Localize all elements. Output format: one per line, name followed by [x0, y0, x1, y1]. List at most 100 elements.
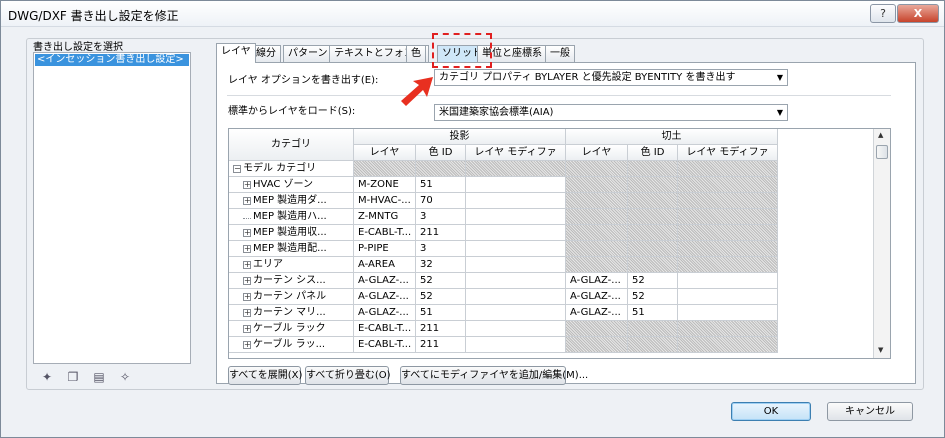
projection-modifier-cell[interactable]	[466, 305, 566, 321]
p-color-cell[interactable]: 51	[416, 177, 466, 193]
p-color-cell[interactable]: 211	[416, 337, 466, 353]
settings-list[interactable]: <インセッション書き出し設定>	[33, 52, 191, 364]
table-row[interactable]: + カーテン シス... A-GLAZ-... 52 A-GLAZ-... 52	[229, 273, 874, 289]
table-row[interactable]: + カーテン マリ... A-GLAZ-... 51 A-GLAZ-... 51	[229, 305, 874, 321]
table-row[interactable]: + カーテン パネル A-GLAZ-... 52 A-GLAZ-... 52	[229, 289, 874, 305]
cut-modifier-cell[interactable]	[678, 161, 778, 177]
column-header-cut-modifier[interactable]: レイヤ モディファ	[678, 145, 778, 161]
add-modifiers-button[interactable]: すべてにモディファイヤを追加/編集(M)...	[400, 366, 588, 385]
projection-modifier-cell[interactable]	[466, 257, 566, 273]
delete-setting-icon[interactable]: ✧	[118, 370, 132, 384]
rename-setting-icon[interactable]: ▤	[92, 370, 106, 384]
projection-modifier-cell[interactable]	[466, 209, 566, 225]
expand-icon[interactable]: +	[243, 341, 251, 349]
c-layer-cell[interactable]	[566, 241, 628, 257]
expand-icon[interactable]: +	[243, 197, 251, 205]
category-cell[interactable]: MEP 製造用ハ...	[229, 209, 354, 225]
layer-standard-select[interactable]: 米国建築家協会標準(AIA) ▼	[434, 104, 788, 121]
p-layer-cell[interactable]: A-GLAZ-...	[354, 305, 416, 321]
category-cell[interactable]: + カーテン パネル	[229, 289, 354, 305]
c-color-cell[interactable]: 52	[628, 273, 678, 289]
help-button[interactable]: ?	[870, 4, 896, 23]
c-color-cell[interactable]	[628, 225, 678, 241]
table-row[interactable]: MEP 製造用ハ... Z-MNTG 3	[229, 209, 874, 225]
c-layer-cell[interactable]	[566, 321, 628, 337]
column-header-category[interactable]: カテゴリ	[229, 129, 354, 161]
cut-modifier-cell[interactable]	[678, 225, 778, 241]
category-cell[interactable]: + エリア	[229, 257, 354, 273]
category-cell[interactable]: + MEP 製造用配...	[229, 241, 354, 257]
layer-mapping-table[interactable]: カテゴリ 投影 切土 レイヤ 色 ID レイヤ モディファ レイヤ 色 ID レ…	[228, 128, 891, 359]
cut-modifier-cell[interactable]	[678, 257, 778, 273]
c-color-cell[interactable]	[628, 209, 678, 225]
tab-general[interactable]: 一般	[545, 45, 575, 62]
tab-patterns[interactable]: パターン	[283, 45, 333, 62]
c-layer-cell[interactable]	[566, 177, 628, 193]
table-row[interactable]: + エリア A-AREA 32	[229, 257, 874, 273]
expand-icon[interactable]: +	[243, 245, 251, 253]
c-color-cell[interactable]	[628, 337, 678, 353]
category-cell[interactable]: + MEP 製造用ダ...	[229, 193, 354, 209]
c-layer-cell[interactable]	[566, 225, 628, 241]
table-row[interactable]: + ケーブル ラッ... E-CABL-T... 211	[229, 337, 874, 353]
c-color-cell[interactable]	[628, 193, 678, 209]
c-color-cell[interactable]: 52	[628, 289, 678, 305]
p-layer-cell[interactable]: E-CABL-T...	[354, 337, 416, 353]
category-cell[interactable]: + ケーブル ラッ...	[229, 337, 354, 353]
table-row[interactable]: − モデル カテゴリ	[229, 161, 874, 177]
expand-icon[interactable]: +	[243, 293, 251, 301]
projection-modifier-cell[interactable]	[466, 225, 566, 241]
cancel-button[interactable]: キャンセル	[827, 402, 913, 421]
c-color-cell[interactable]	[628, 321, 678, 337]
category-cell[interactable]: + ケーブル ラック	[229, 321, 354, 337]
new-setting-icon[interactable]: ✦	[40, 370, 54, 384]
p-color-cell[interactable]: 52	[416, 289, 466, 305]
projection-modifier-cell[interactable]	[466, 241, 566, 257]
cut-modifier-cell[interactable]	[678, 273, 778, 289]
close-button[interactable]: X	[897, 4, 939, 23]
p-layer-cell[interactable]: Z-MNTG	[354, 209, 416, 225]
layer-options-select[interactable]: カテゴリ プロパティ BYLAYER と優先設定 BYENTITY を書き出す …	[434, 69, 788, 86]
column-header-proj-color[interactable]: 色 ID	[416, 145, 466, 161]
p-color-cell[interactable]: 3	[416, 209, 466, 225]
ok-button[interactable]: OK	[731, 402, 811, 421]
p-layer-cell[interactable]: E-CABL-T...	[354, 225, 416, 241]
collapse-icon[interactable]: −	[233, 165, 241, 173]
p-color-cell[interactable]: 211	[416, 321, 466, 337]
p-color-cell[interactable]: 51	[416, 305, 466, 321]
scroll-up-icon[interactable]: ▲	[878, 131, 883, 139]
column-header-cut-layer[interactable]: レイヤ	[566, 145, 628, 161]
projection-modifier-cell[interactable]	[466, 321, 566, 337]
p-layer-cell[interactable]: E-CABL-T...	[354, 321, 416, 337]
projection-modifier-cell[interactable]	[466, 289, 566, 305]
cut-modifier-cell[interactable]	[678, 241, 778, 257]
p-color-cell[interactable]: 32	[416, 257, 466, 273]
scroll-down-icon[interactable]: ▼	[878, 346, 883, 354]
projection-modifier-cell[interactable]	[466, 161, 566, 177]
p-color-cell[interactable]: 70	[416, 193, 466, 209]
expand-all-button[interactable]: すべてを展開(X)	[228, 366, 302, 385]
c-layer-cell[interactable]	[566, 193, 628, 209]
p-layer-cell[interactable]: A-GLAZ-...	[354, 289, 416, 305]
expand-icon[interactable]: +	[243, 309, 251, 317]
expand-icon[interactable]: +	[243, 325, 251, 333]
category-cell[interactable]: + カーテン マリ...	[229, 305, 354, 321]
cut-modifier-cell[interactable]	[678, 321, 778, 337]
settings-list-item-session[interactable]: <インセッション書き出し設定>	[35, 54, 189, 66]
column-header-proj-modifier[interactable]: レイヤ モディファ	[466, 145, 566, 161]
cut-modifier-cell[interactable]	[678, 193, 778, 209]
p-color-cell[interactable]: 3	[416, 241, 466, 257]
p-layer-cell[interactable]: M-ZONE	[354, 177, 416, 193]
p-color-cell[interactable]	[416, 161, 466, 177]
table-row[interactable]: + MEP 製造用収... E-CABL-T... 211	[229, 225, 874, 241]
expand-icon[interactable]: +	[243, 229, 251, 237]
c-color-cell[interactable]	[628, 161, 678, 177]
scrollbar-thumb[interactable]	[876, 145, 888, 159]
projection-modifier-cell[interactable]	[466, 177, 566, 193]
table-row[interactable]: + MEP 製造用ダ... M-HVAC-... 70	[229, 193, 874, 209]
table-row[interactable]: + HVAC ゾーン M-ZONE 51	[229, 177, 874, 193]
expand-icon[interactable]: +	[243, 277, 251, 285]
c-layer-cell[interactable]	[566, 161, 628, 177]
tab-layers[interactable]: レイヤ	[216, 43, 256, 63]
column-header-proj-layer[interactable]: レイヤ	[354, 145, 416, 161]
